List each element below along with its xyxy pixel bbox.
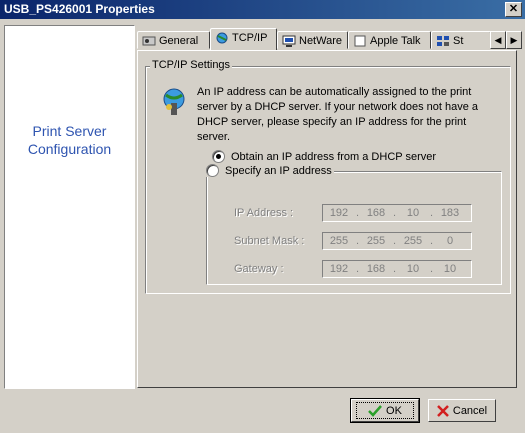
close-button[interactable]: ✕ xyxy=(505,2,522,17)
ok-button[interactable]: OK xyxy=(350,398,420,423)
gateway-row: Gateway : 192. 168. 10. 10 xyxy=(234,260,472,278)
mask-octet: 255 xyxy=(366,235,386,247)
tab-status[interactable]: St xyxy=(431,31,491,49)
tab-scroll-left-button[interactable]: ◀ xyxy=(490,31,506,49)
tab-tcpip-label: TCP/IP xyxy=(232,32,268,44)
tab-appletalk-label: Apple Talk xyxy=(370,35,421,47)
ip-octet: 183 xyxy=(440,207,460,219)
close-icon: ✕ xyxy=(508,3,519,15)
ok-button-focus: OK xyxy=(356,402,414,419)
title-bar: USB_PS426001 Properties ✕ xyxy=(0,0,525,19)
caption-line-2: Configuration xyxy=(27,141,112,157)
tab-scroll: ◀ ▶ xyxy=(490,31,522,49)
gateway-octet: 192 xyxy=(329,263,349,275)
static-ip-radio-label: Specify an IP address xyxy=(225,164,332,177)
appletalk-icon xyxy=(354,35,366,47)
gateway-label: Gateway : xyxy=(234,263,284,275)
network-wizard-icon xyxy=(163,88,185,115)
subnet-mask-label: Subnet Mask : xyxy=(234,235,305,247)
ip-address-label: IP Address : xyxy=(234,207,294,219)
tab-appletalk[interactable]: Apple Talk xyxy=(348,31,431,49)
mask-octet: 255 xyxy=(329,235,349,247)
mask-octet: 255 xyxy=(403,235,423,247)
dhcp-radio-label: Obtain an IP address from a DHCP server xyxy=(231,150,437,163)
tcpip-icon xyxy=(216,32,228,44)
ip-address-field[interactable]: 192. 168. 10. 183 xyxy=(322,204,472,222)
gateway-octet: 10 xyxy=(406,263,420,275)
gateway-octet: 168 xyxy=(366,263,386,275)
tcpip-settings-title: TCP/IP Settings xyxy=(150,59,233,71)
gateway-octet: 10 xyxy=(443,263,457,275)
ip-address-row: IP Address : 192. 168. 10. 183 xyxy=(234,204,472,222)
ip-octet: 192 xyxy=(329,207,349,219)
gateway-field[interactable]: 192. 168. 10. 10 xyxy=(322,260,472,278)
window-title: USB_PS426001 Properties xyxy=(4,2,155,16)
checkmark-icon xyxy=(368,404,382,417)
tcpip-description: An IP address can be automatically assig… xyxy=(197,86,479,143)
caption-line-1: Print Server xyxy=(32,123,107,139)
cancel-button[interactable]: Cancel xyxy=(428,399,496,422)
tab-tcpip[interactable]: TCP/IP xyxy=(210,28,277,50)
status-icon xyxy=(437,36,449,47)
side-panel: Print Server Configuration xyxy=(4,25,135,389)
static-ip-radio[interactable]: Specify an IP address xyxy=(204,164,334,177)
cancel-x-icon xyxy=(436,404,449,417)
general-icon xyxy=(142,36,156,46)
tab-scroll-right-button[interactable]: ▶ xyxy=(506,31,522,49)
dhcp-radio-dot[interactable] xyxy=(212,150,225,163)
ip-octet: 168 xyxy=(366,207,386,219)
cancel-button-label: Cancel xyxy=(452,404,488,417)
ok-button-label: OK xyxy=(386,404,402,417)
tab-netware[interactable]: NetWare xyxy=(277,31,348,49)
tcpip-tab-page: TCP/IP Settings An IP address can be aut… xyxy=(137,50,517,388)
tab-status-label: St xyxy=(453,35,464,47)
tcpip-settings-group: TCP/IP Settings An IP address can be aut… xyxy=(145,59,511,294)
dhcp-radio[interactable]: Obtain an IP address from a DHCP server xyxy=(212,150,436,163)
subnet-mask-field[interactable]: 255. 255. 255. 0 xyxy=(322,232,472,250)
tab-general-label: General xyxy=(159,35,199,47)
ip-octet: 10 xyxy=(406,207,420,219)
netware-icon xyxy=(282,35,296,48)
mask-octet: 0 xyxy=(446,235,454,247)
tab-strip: General TCP/IP NetWare Apple Talk St ◀ ▶ xyxy=(137,27,525,51)
tab-general[interactable]: General xyxy=(137,31,210,49)
subnet-mask-row: Subnet Mask : 255. 255. 255. 0 xyxy=(234,232,472,250)
tab-netware-label: NetWare xyxy=(299,35,342,47)
side-panel-caption: Print Server Configuration xyxy=(5,122,134,158)
static-ip-radio-dot[interactable] xyxy=(206,164,219,177)
